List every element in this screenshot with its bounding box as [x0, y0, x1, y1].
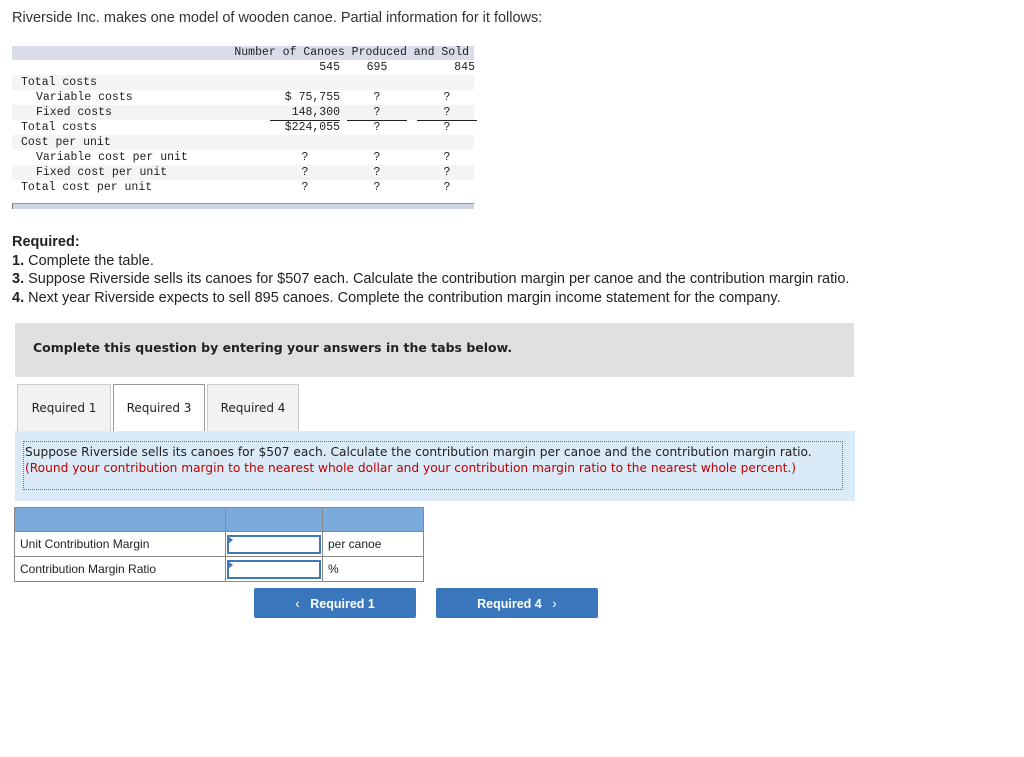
- table-footer-bar: [12, 203, 474, 209]
- row-label: Total costs: [21, 121, 97, 134]
- column-header: 545: [319, 61, 340, 74]
- cell-value: ?: [301, 166, 309, 179]
- column-headers-row: 545 695 845: [12, 60, 475, 75]
- table-row: Total costs: [12, 75, 474, 90]
- required-item: 3. Suppose Riverside sells its canoes fo…: [12, 270, 849, 289]
- cell-value: ?: [373, 91, 381, 104]
- cell-value: ?: [373, 166, 381, 179]
- prev-button-label: Required 1: [310, 597, 375, 611]
- chevron-left-icon: ‹: [295, 595, 300, 611]
- chevron-right-icon: ›: [552, 595, 557, 611]
- row-label: Total cost per unit: [21, 181, 153, 194]
- cell-value: $224,055: [284, 121, 340, 134]
- required-section: Required: 1. Complete the table. 3. Supp…: [12, 233, 849, 307]
- required-item: 4. Next year Riverside expects to sell 8…: [12, 289, 849, 308]
- cell-value: ?: [443, 151, 451, 164]
- required-item-number: 1.: [12, 252, 25, 269]
- table-row: Cost per unit: [12, 135, 474, 150]
- table-row: Total costs $224,055 ? ?: [12, 120, 474, 135]
- cell-value: 148,300: [270, 105, 340, 121]
- cost-table-header: Number of Canoes Produced and Sold: [12, 46, 474, 60]
- row-label: Fixed costs: [36, 106, 112, 119]
- contribution-margin-ratio-input[interactable]: [227, 559, 321, 579]
- required-item-text: Complete the table.: [24, 252, 154, 269]
- cell-value: ?: [301, 181, 309, 194]
- cell-value: ?: [443, 91, 451, 104]
- cell-value: ?: [373, 151, 381, 164]
- answer-table: Unit Contribution Margin per canoe Contr…: [14, 507, 424, 582]
- instructions-banner: Complete this question by entering your …: [15, 323, 854, 377]
- unit-label: per canoe: [322, 531, 424, 557]
- required-heading: Required:: [12, 234, 80, 250]
- cell-value: ?: [417, 105, 477, 121]
- column-header: 845: [454, 61, 475, 74]
- table-row: Total cost per unit ? ? ?: [12, 180, 474, 195]
- row-label: Cost per unit: [21, 136, 111, 149]
- cell-value: ?: [373, 181, 381, 194]
- answer-table-header: [14, 507, 424, 532]
- cell-value: ?: [443, 121, 451, 134]
- cost-table: Number of Canoes Produced and Sold 545 6…: [12, 46, 477, 209]
- required-item-text: Suppose Riverside sells its canoes for $…: [24, 271, 850, 287]
- cell-value: ?: [443, 166, 451, 179]
- tab-required-1[interactable]: Required 1: [17, 384, 111, 432]
- next-button-label: Required 4: [477, 597, 542, 611]
- cell-value: ?: [443, 181, 451, 194]
- required-item-number: 3.: [12, 271, 25, 287]
- row-label: Unit Contribution Margin: [14, 531, 226, 557]
- question-text: Suppose Riverside sells its canoes for $…: [25, 445, 812, 459]
- cell-value: $ 75,755: [284, 91, 340, 104]
- next-required-4-button[interactable]: Required 4 ›: [436, 588, 598, 618]
- table-row: Variable cost per unit ? ? ?: [12, 150, 474, 165]
- required-item-number: 4.: [12, 289, 25, 306]
- cell-value: ?: [373, 121, 381, 134]
- row-label: Variable costs: [36, 91, 133, 104]
- required-item-text: Next year Riverside expects to sell 895 …: [24, 289, 781, 306]
- cell-value: ?: [301, 151, 309, 164]
- required-item: 1. Complete the table.: [12, 252, 849, 271]
- column-header: 695: [366, 61, 388, 74]
- prev-required-1-button[interactable]: ‹ Required 1: [254, 588, 416, 618]
- tab-required-3[interactable]: Required 3: [113, 384, 205, 433]
- table-row: Variable costs $ 75,755 ? ?: [12, 90, 474, 105]
- row-label: Variable cost per unit: [36, 151, 188, 164]
- unit-label: %: [322, 556, 424, 582]
- intro-text: Riverside Inc. makes one model of wooden…: [12, 10, 543, 26]
- table-row: Fixed cost per unit ? ? ?: [12, 165, 474, 180]
- row-label: Fixed cost per unit: [36, 166, 168, 179]
- row-label: Contribution Margin Ratio: [14, 556, 226, 582]
- instructions-text: Complete this question by entering your …: [33, 340, 513, 355]
- table-row: Fixed costs 148,300 ? ?: [12, 105, 477, 121]
- unit-contribution-margin-input[interactable]: [227, 534, 321, 554]
- question-panel: Suppose Riverside sells its canoes for $…: [15, 431, 855, 501]
- rounding-note: (Round your contribution margin to the n…: [25, 461, 796, 475]
- cost-table-header-label: Number of Canoes Produced and Sold: [234, 46, 469, 59]
- row-label: Total costs: [21, 76, 97, 89]
- tab-required-4[interactable]: Required 4: [207, 384, 299, 432]
- table-row: Unit Contribution Margin per canoe: [14, 531, 424, 557]
- cell-value: ?: [347, 105, 407, 121]
- question-box: Suppose Riverside sells its canoes for $…: [23, 441, 843, 490]
- table-row: Contribution Margin Ratio %: [14, 556, 424, 582]
